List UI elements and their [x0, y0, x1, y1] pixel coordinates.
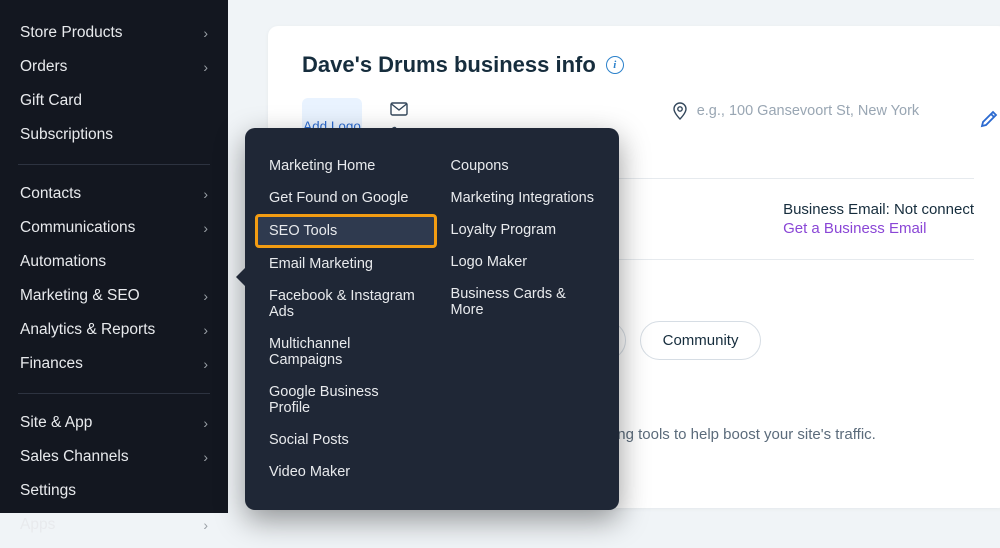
- envelope-icon: [390, 102, 408, 116]
- nav-analytics-reports[interactable]: Analytics & Reports›: [0, 313, 228, 347]
- nav-marketing-seo[interactable]: Marketing & SEO›: [0, 279, 228, 313]
- flyout-coupons[interactable]: Coupons: [437, 150, 609, 182]
- nav-subscriptions[interactable]: Subscriptions: [0, 118, 228, 152]
- email-line: [390, 102, 505, 116]
- nav-orders[interactable]: Orders›: [0, 50, 228, 84]
- chevron-right-icon: ›: [203, 517, 208, 533]
- marketing-seo-flyout: Marketing Home Get Found on Google SEO T…: [245, 128, 619, 510]
- nav-contacts[interactable]: Contacts›: [0, 177, 228, 211]
- flyout-get-found-on-google[interactable]: Get Found on Google: [255, 182, 437, 214]
- nav-store-products[interactable]: Store Products›: [0, 16, 228, 50]
- sidebar: Store Products› Orders› Gift Card Subscr…: [0, 0, 228, 513]
- nav-finances[interactable]: Finances›: [0, 347, 228, 381]
- chevron-right-icon: ›: [203, 415, 208, 431]
- nav-settings[interactable]: Settings: [0, 474, 228, 508]
- chevron-right-icon: ›: [203, 449, 208, 465]
- flyout-email-marketing[interactable]: Email Marketing: [255, 248, 437, 280]
- nav-communications[interactable]: Communications›: [0, 211, 228, 245]
- chevron-right-icon: ›: [203, 25, 208, 41]
- address-placeholder: e.g., 100 Gansevoort St, New York: [697, 103, 919, 119]
- get-business-email-link[interactable]: Get a Business Email: [783, 220, 974, 237]
- nav-site-app[interactable]: Site & App›: [0, 406, 228, 440]
- chevron-right-icon: ›: [203, 186, 208, 202]
- chevron-right-icon: ›: [203, 288, 208, 304]
- flyout-marketing-home[interactable]: Marketing Home: [255, 150, 437, 182]
- flyout-loyalty-program[interactable]: Loyalty Program: [437, 214, 609, 246]
- flyout-facebook-instagram-ads[interactable]: Facebook & Instagram Ads: [255, 280, 437, 328]
- info-icon[interactable]: i: [606, 56, 624, 74]
- flyout-video-maker[interactable]: Video Maker: [255, 456, 437, 488]
- chevron-right-icon: ›: [203, 220, 208, 236]
- edit-icon[interactable]: [978, 108, 1000, 130]
- flyout-marketing-integrations[interactable]: Marketing Integrations: [437, 182, 609, 214]
- nav-divider: [18, 164, 210, 165]
- location-pin-icon: [673, 102, 687, 120]
- flyout-social-posts[interactable]: Social Posts: [255, 424, 437, 456]
- filter-pill-community[interactable]: Community: [640, 321, 762, 360]
- flyout-multichannel-campaigns[interactable]: Multichannel Campaigns: [255, 328, 437, 376]
- nav-automations[interactable]: Automations: [0, 245, 228, 279]
- chevron-right-icon: ›: [203, 322, 208, 338]
- nav-sales-channels[interactable]: Sales Channels›: [0, 440, 228, 474]
- flyout-business-cards[interactable]: Business Cards & More: [437, 278, 609, 326]
- nav-apps[interactable]: Apps›: [0, 508, 228, 542]
- business-email-status: Business Email: Not connect: [783, 201, 974, 218]
- flyout-google-business-profile[interactable]: Google Business Profile: [255, 376, 437, 424]
- chevron-right-icon: ›: [203, 59, 208, 75]
- address-line: e.g., 100 Gansevoort St, New York: [673, 102, 919, 120]
- flyout-seo-tools[interactable]: SEO Tools: [255, 214, 437, 248]
- chevron-right-icon: ›: [203, 356, 208, 372]
- page-title: Dave's Drums business info: [302, 52, 596, 78]
- nav-gift-card[interactable]: Gift Card: [0, 84, 228, 118]
- nav-divider: [18, 393, 210, 394]
- flyout-logo-maker[interactable]: Logo Maker: [437, 246, 609, 278]
